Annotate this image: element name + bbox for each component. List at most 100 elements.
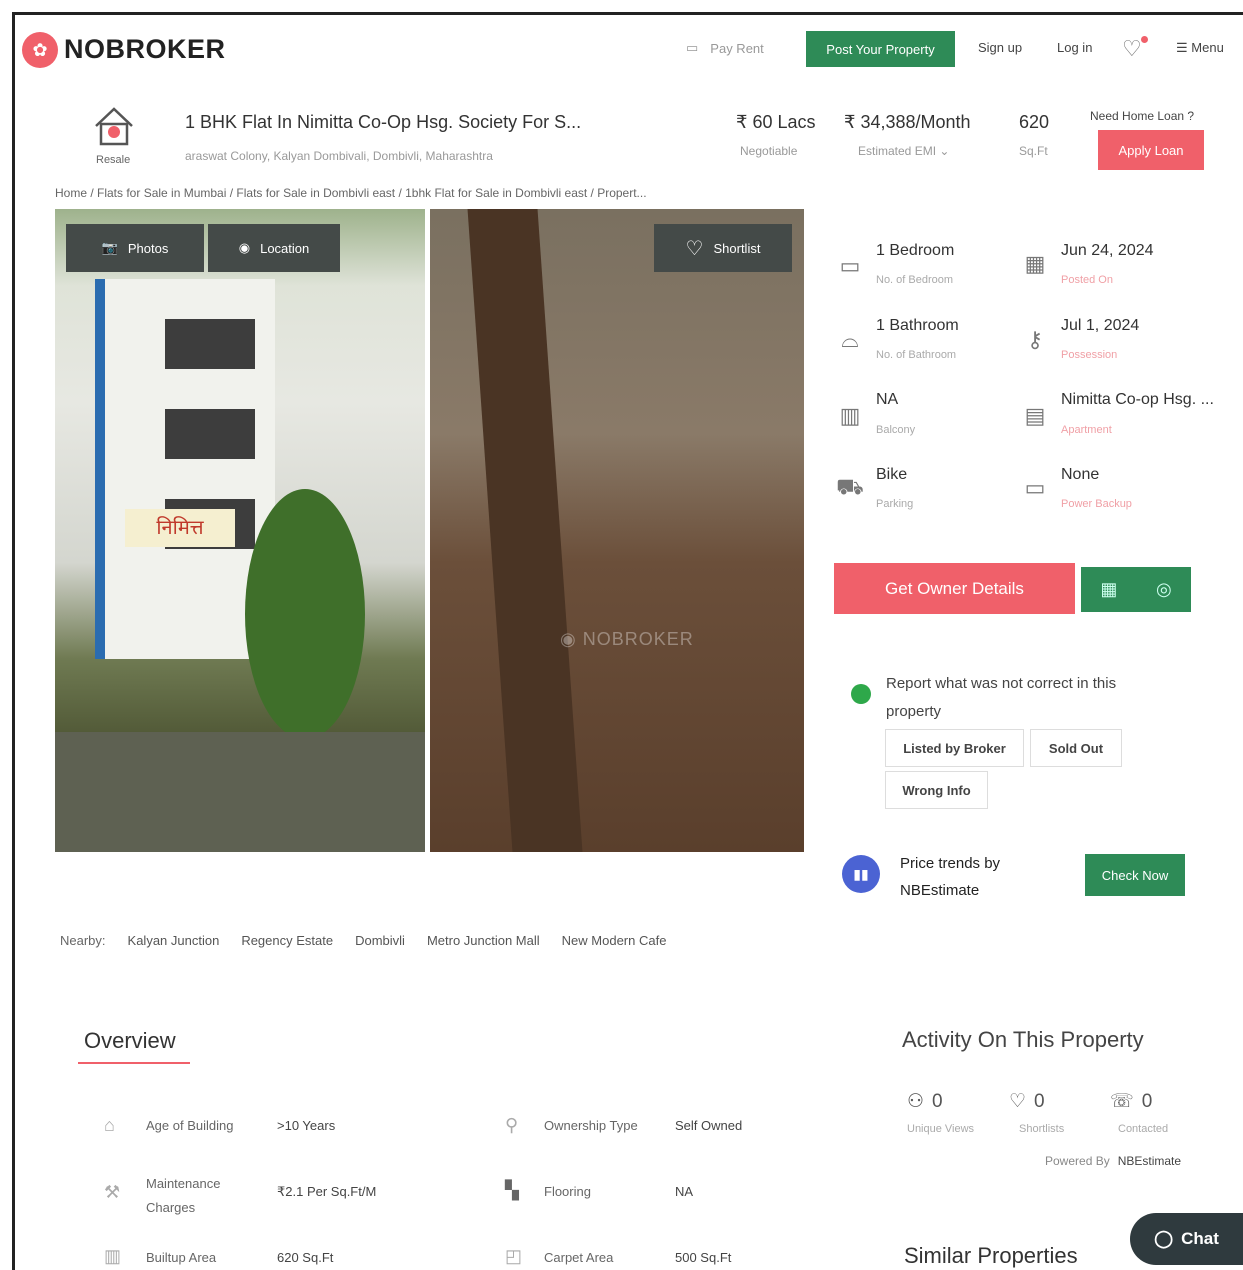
listing-title: 1 BHK Flat In Nimitta Co-Op Hsg. Society… [185, 112, 582, 132]
post-property-button[interactable]: Post Your Property [806, 31, 955, 67]
spec-power-value: None [1061, 466, 1100, 483]
activity-shortlists: ♡ 0 [1009, 1090, 1045, 1113]
photo-watermark: ◉ NOBROKER [560, 629, 694, 649]
location-button[interactable]: ◉ Location [208, 224, 340, 272]
price-note: Negotiable [740, 144, 798, 158]
overview-value: Self Owned [675, 1118, 743, 1133]
photos-label: Photos [127, 240, 169, 256]
report-info-icon [851, 684, 871, 704]
balcony-icon: ▥ [839, 403, 861, 428]
area-value: 620 [1019, 112, 1050, 132]
shortlist-nav-icon[interactable]: ♡ [1122, 36, 1142, 62]
calendar-schedule-icon[interactable]: ▦ [1100, 579, 1117, 600]
nearby-item[interactable]: Kalyan Junction [128, 933, 220, 948]
contacted-label: Contacted [1118, 1123, 1169, 1135]
camera-icon: 📷 [101, 240, 118, 255]
area-unit: Sq.Ft [1019, 144, 1048, 158]
nearby-item[interactable]: New Modern Cafe [562, 933, 667, 948]
chevron-down-icon: ⌄ [939, 144, 950, 158]
spec-apartment-label: Apartment [1061, 424, 1112, 436]
ownership-icon: ⚲ [505, 1115, 519, 1135]
resale-label: Resale [96, 154, 131, 166]
spec-posted-label: Posted On [1061, 274, 1113, 286]
compass-icon: ◉ [238, 240, 251, 255]
logo-text[interactable]: NOBROKER [64, 34, 226, 65]
location-label: Location [260, 240, 310, 256]
nearby-bar: Nearby: Kalyan Junction Regency Estate D… [60, 933, 666, 948]
chip-sold-out[interactable]: Sold Out [1030, 729, 1122, 767]
spec-bathroom-label: No. of Bathroom [876, 349, 957, 361]
get-owner-details-button[interactable]: Get Owner Details [834, 563, 1075, 614]
chip-wrong-info[interactable]: Wrong Info [885, 771, 988, 809]
apply-loan-button[interactable]: Apply Loan [1098, 130, 1204, 170]
overview-value: NA [675, 1184, 694, 1199]
chat-button[interactable]: ◯ Chat [1130, 1213, 1243, 1265]
log-in-link[interactable]: Log in [1057, 40, 1092, 55]
logo-icon[interactable]: ✿ [22, 32, 58, 68]
calendar-icon: ▦ [1024, 251, 1046, 276]
overview-label: Carpet Area [544, 1250, 614, 1265]
listing-address: araswat Colony, Kalyan Dombivali, Dombiv… [185, 149, 493, 163]
schedule-chat-buttons: ▦ ◎ [1081, 567, 1191, 612]
check-now-button[interactable]: Check Now [1085, 854, 1185, 896]
chat-bubble-icon[interactable]: ◎ [1156, 579, 1172, 600]
spec-parking-label: Parking [876, 498, 914, 510]
spec-possession-value: Jul 1, 2024 [1061, 317, 1140, 334]
shortlist-button[interactable]: ♡ Shortlist [654, 224, 792, 272]
property-photo-gate[interactable]: ◉ NOBROKER [430, 209, 804, 852]
report-text: Report what was not correct in this prop… [886, 675, 1117, 720]
card-icon: ▭ [686, 40, 699, 55]
overview-label: Ownership Type [544, 1118, 638, 1133]
tree [245, 489, 365, 739]
photos-button[interactable]: 📷 Photos [66, 224, 204, 272]
building-age-icon: ⌂ [104, 1115, 115, 1135]
user-icon: ⚇ [907, 1091, 925, 1112]
building-sign: निमित्त [125, 509, 235, 547]
views-label: Unique Views [907, 1123, 975, 1135]
pay-rent-link[interactable]: ▭ Pay Rent [686, 40, 764, 56]
emi-dropdown[interactable]: Estimated EMI ⌄ [858, 144, 949, 158]
bed-icon: ▭ [839, 253, 861, 278]
views-count: 0 [932, 1090, 943, 1112]
window [165, 409, 255, 459]
breadcrumb[interactable]: Home / Flats for Sale in Mumbai / Flats … [55, 186, 647, 200]
overview-value: ₹2.1 Per Sq.Ft/M [277, 1184, 377, 1199]
car-icon: ⛟ [836, 474, 864, 499]
home-loan-question: Need Home Loan ? [1090, 109, 1195, 123]
similar-properties-title: Similar Properties [904, 1243, 1078, 1268]
spec-apartment-value: Nimitta Co-op Hsg. ... [1061, 391, 1214, 408]
menu-button[interactable]: ☰ Menu [1176, 40, 1224, 56]
window [165, 319, 255, 369]
battery-icon: ▭ [1024, 475, 1046, 500]
spec-balcony-value: NA [876, 391, 899, 408]
sign-up-link[interactable]: Sign up [978, 40, 1022, 55]
carpet-icon: ◰ [505, 1246, 523, 1266]
key-icon: ⚷ [1026, 327, 1044, 352]
nearby-item[interactable]: Dombivli [355, 933, 405, 948]
chip-listed-by-broker[interactable]: Listed by Broker [885, 729, 1024, 767]
overview-label: Flooring [544, 1184, 591, 1199]
watermark-text: NOBROKER [582, 629, 694, 649]
price-value: ₹ 60 Lacs [736, 112, 816, 132]
spec-possession-label: Possession [1061, 349, 1118, 361]
nearby-item[interactable]: Metro Junction Mall [427, 933, 540, 948]
road [55, 732, 425, 852]
building-icon: ▤ [1024, 403, 1046, 428]
heart-icon: ♡ [685, 237, 704, 260]
nearby-item[interactable]: Regency Estate [241, 933, 333, 948]
spec-balcony-label: Balcony [876, 424, 916, 436]
spec-bathroom-value: 1 Bathroom [876, 317, 959, 334]
pay-rent-label: Pay Rent [710, 40, 764, 56]
bathtub-icon: ⌓ [841, 327, 859, 352]
activity-title: Activity On This Property [902, 1027, 1144, 1052]
chat-label: Chat [1181, 1229, 1219, 1248]
price-trends-text: Price trends by NBEstimate [900, 855, 1001, 899]
property-photo-building[interactable]: निमित्त [55, 209, 425, 852]
overview-tab[interactable]: Overview [84, 1028, 176, 1054]
spec-posted-value: Jun 24, 2024 [1061, 242, 1154, 259]
tools-icon: ⚒ [104, 1182, 121, 1202]
gate-post [467, 209, 583, 852]
activity-contacted: ☏ 0 [1110, 1090, 1152, 1113]
overview-label: Age of Building [146, 1118, 234, 1133]
menu-label: Menu [1191, 40, 1224, 55]
